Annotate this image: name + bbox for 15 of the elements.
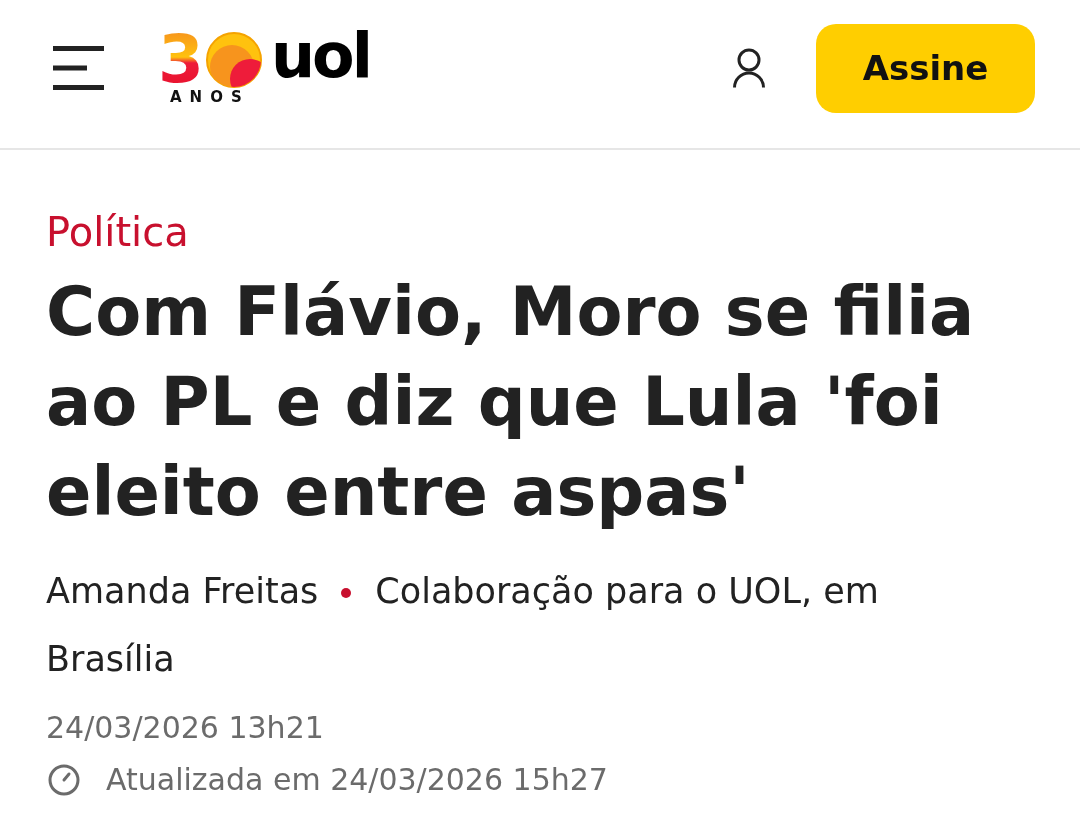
updated-date: Atualizada em 24/03/2026 15h27 xyxy=(106,761,608,799)
logo-wordmark: uol xyxy=(270,29,370,82)
account-button[interactable] xyxy=(733,48,765,88)
headline: Com Flávio, Moro se filia ao PL e diz que Lula 'foi eleito entre aspas' xyxy=(46,272,976,533)
menu-icon xyxy=(53,46,104,90)
logo-caption: ANOS xyxy=(170,88,250,106)
logo-sun-circle-icon xyxy=(204,30,263,89)
menu-button[interactable] xyxy=(53,46,104,90)
clock-icon xyxy=(48,764,80,796)
user-icon xyxy=(733,48,765,88)
byline: Amanda Freitas Colaboração para o UOL, em Brasília xyxy=(46,570,880,681)
separator-dot-icon xyxy=(341,588,352,598)
publish-date: 24/03/2026 13h21 xyxy=(46,709,324,747)
subscribe-button[interactable]: Assine xyxy=(816,23,1035,113)
section-link[interactable]: Política xyxy=(46,207,189,257)
